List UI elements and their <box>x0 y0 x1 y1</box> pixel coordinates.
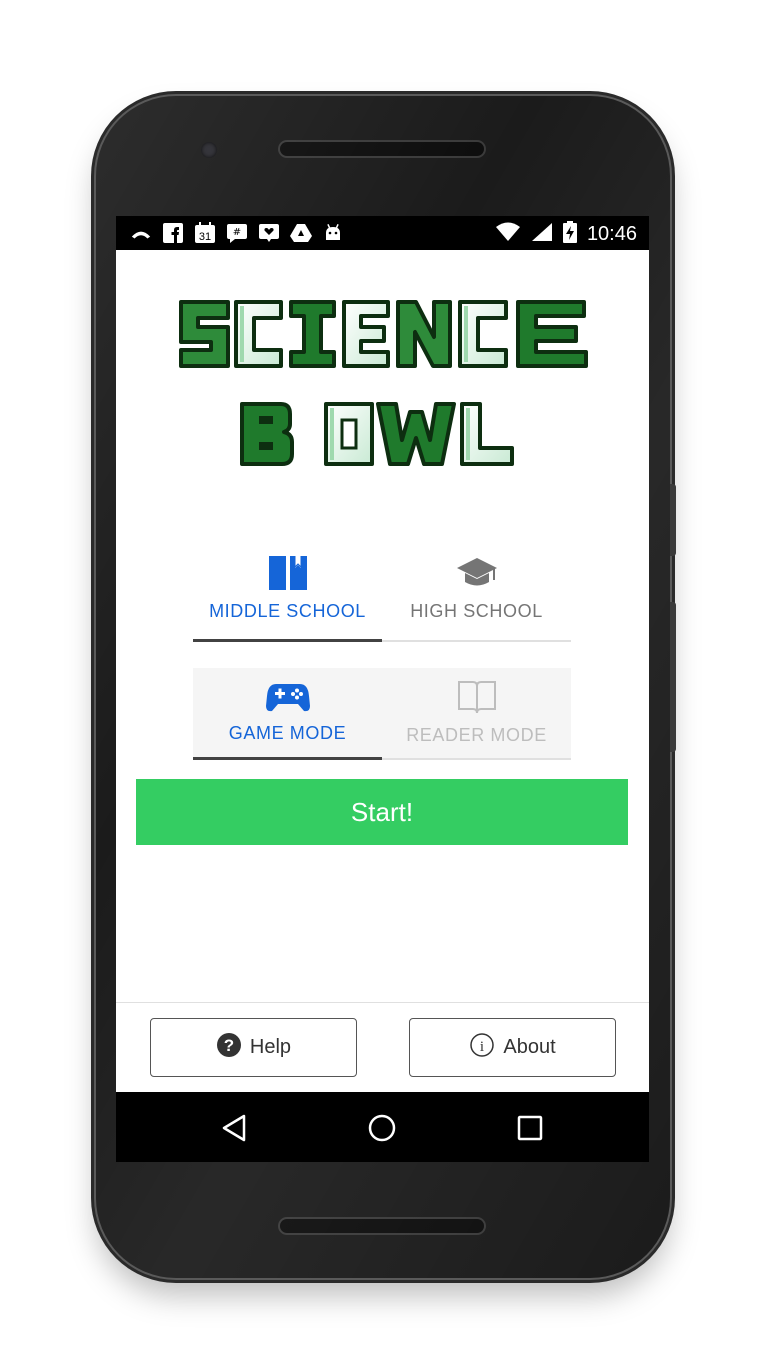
start-button[interactable]: Start! <box>136 779 628 845</box>
volume-button <box>670 602 676 752</box>
app-screen: 31 # 10:46 MIDDLE SCHOOL HIGH SCHOOL GAM… <box>116 216 649 1162</box>
signal-icon <box>531 222 553 247</box>
gamepad-icon <box>265 682 310 717</box>
tab-high-school-label: HIGH SCHOOL <box>410 601 543 621</box>
help-button[interactable]: ? Help <box>150 1018 357 1077</box>
power-button <box>670 484 676 556</box>
recents-icon[interactable] <box>512 1110 548 1146</box>
mode-tabs: GAME MODE READER MODE <box>193 668 571 760</box>
facebook-icon <box>162 222 184 244</box>
clock-time: 10:46 <box>586 223 637 245</box>
calendar-day-text: 31 <box>199 231 211 243</box>
front-camera <box>201 142 217 158</box>
tab-reader-mode[interactable]: READER MODE <box>382 668 571 758</box>
slack-icon: # <box>226 222 248 244</box>
book-bookmark-icon <box>268 556 307 595</box>
messenger-icon <box>258 222 280 244</box>
back-icon[interactable] <box>216 1110 252 1146</box>
home-icon[interactable] <box>364 1110 400 1146</box>
status-right: 10:46 <box>495 221 637 248</box>
tab-game-mode-label: GAME MODE <box>228 723 347 743</box>
question-circle-icon: ? <box>216 1032 242 1064</box>
calendar-icon: 31 <box>194 222 216 244</box>
svg-text:?: ? <box>224 1036 234 1055</box>
tab-reader-mode-label: READER MODE <box>406 725 547 745</box>
about-button-label: About <box>503 1036 556 1058</box>
status-bar: 31 # 10:46 <box>116 216 649 250</box>
school-level-tabs: MIDDLE SCHOOL HIGH SCHOOL <box>193 550 571 642</box>
footer-divider <box>116 1002 649 1003</box>
open-book-icon <box>457 680 497 719</box>
tab-middle-school[interactable]: MIDDLE SCHOOL <box>193 550 382 642</box>
wifi-icon <box>495 222 521 247</box>
about-button[interactable]: i About <box>409 1018 616 1077</box>
missed-call-icon <box>130 222 152 244</box>
drive-icon <box>290 222 312 244</box>
tab-high-school[interactable]: HIGH SCHOOL <box>382 550 571 640</box>
bottom-speaker <box>280 1219 484 1233</box>
android-icon <box>322 222 344 244</box>
top-speaker <box>280 142 484 156</box>
help-button-label: Help <box>249 1036 292 1058</box>
svg-text:#: # <box>233 227 241 238</box>
android-nav-bar <box>116 1092 649 1162</box>
info-circle-icon: i <box>469 1032 495 1064</box>
tab-middle-school-label: MIDDLE SCHOOL <box>209 601 366 621</box>
graduation-cap-icon <box>456 556 498 595</box>
science-bowl-logo <box>179 300 588 466</box>
tab-game-mode[interactable]: GAME MODE <box>193 668 382 760</box>
svg-text:i: i <box>480 1039 484 1055</box>
status-left-icons: 31 # <box>130 222 344 244</box>
battery-charging-icon <box>562 221 577 248</box>
